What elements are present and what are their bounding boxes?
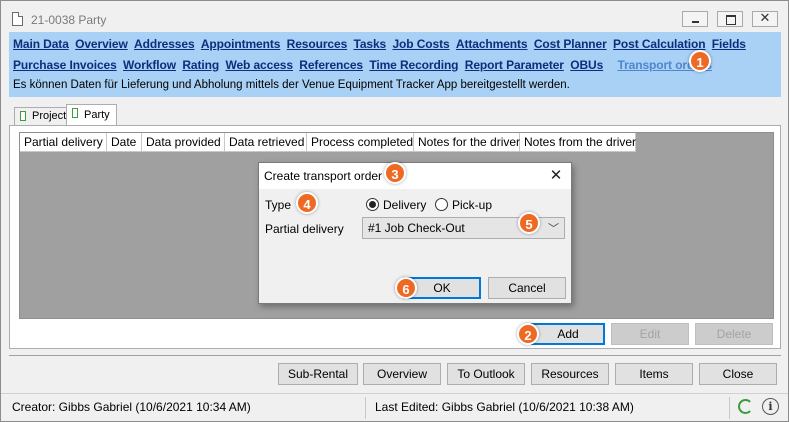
nav-link-post-calculation[interactable]: Post Calculation (613, 37, 706, 51)
column-header-data-provided[interactable]: Data provided (142, 133, 225, 152)
step-marker-5: 5 (518, 212, 540, 234)
maximize-button[interactable] (717, 11, 743, 27)
add-button[interactable]: Add (531, 323, 605, 345)
nav-link-attachments[interactable]: Attachments (456, 37, 528, 51)
refresh-icon[interactable] (738, 399, 753, 414)
partial-delivery-value: #1 Job Check-Out (368, 221, 465, 235)
step-marker-1: 1 (689, 50, 711, 72)
column-header-data-retrieved[interactable]: Data retrieved (225, 133, 307, 152)
project-tab-icon (20, 111, 26, 121)
partial-delivery-label: Partial delivery (265, 222, 344, 236)
delete-button[interactable]: Delete (695, 323, 773, 345)
nav-link-web-access[interactable]: Web access (225, 58, 293, 72)
column-header-partial-delivery[interactable]: Partial delivery (20, 133, 107, 152)
nav-link-obus[interactable]: OBUs (570, 58, 603, 72)
tab-project[interactable]: Project (14, 107, 74, 125)
step-marker-6: 6 (395, 277, 417, 299)
nav-link-rating[interactable]: Rating (182, 58, 219, 72)
nav-link-report-parameter[interactable]: Report Parameter (465, 58, 564, 72)
nav-link-time-recording[interactable]: Time Recording (369, 58, 458, 72)
step-marker-4: 4 (296, 192, 318, 214)
step-marker-3: 3 (384, 162, 406, 184)
minimize-button[interactable] (682, 11, 708, 27)
nav-link-fields[interactable]: Fields (712, 37, 746, 51)
create-transport-order-dialog: Create transport order ✕ Type Delivery P… (258, 162, 572, 304)
to-outlook-button[interactable]: To Outlook (447, 363, 525, 385)
dialog-title-bar: Create transport order ✕ (259, 163, 571, 189)
info-icon[interactable]: i (762, 398, 779, 415)
info-text: Es können Daten für Lieferung und Abholu… (13, 79, 570, 91)
items-button[interactable]: Items (615, 363, 693, 385)
step-marker-2: 2 (517, 323, 539, 345)
nav-row-1: Main Data Overview Addresses Appointment… (13, 37, 749, 51)
edit-button[interactable]: Edit (611, 323, 689, 345)
column-header-notes-from-driver[interactable]: Notes from the driver (520, 133, 636, 152)
close-window-button[interactable]: ✕ (752, 10, 778, 27)
nav-link-job-costs[interactable]: Job Costs (392, 37, 449, 51)
nav-link-tasks[interactable]: Tasks (353, 37, 386, 51)
last-edited-status: Last Edited: Gibbs Gabriel (10/6/2021 10… (375, 400, 634, 414)
tab-party[interactable]: Party (66, 104, 117, 126)
status-divider-2 (729, 397, 730, 419)
type-label: Type (265, 198, 292, 212)
status-divider (365, 397, 366, 419)
party-tab-icon (72, 108, 78, 118)
column-header-process-completed[interactable]: Process completed (307, 133, 414, 152)
nav-link-addresses[interactable]: Addresses (134, 37, 195, 51)
grid-header: Partial delivery Date Data provided Data… (20, 133, 636, 152)
title-bar: 21-0038 Party ✕ (1, 1, 788, 32)
delivery-radio-label[interactable]: Delivery (383, 198, 426, 212)
cancel-button[interactable]: Cancel (488, 277, 566, 299)
nav-link-overview[interactable]: Overview (75, 37, 128, 51)
column-header-notes-for-driver[interactable]: Notes for the driver (414, 133, 520, 152)
status-bar: Creator: Gibbs Gabriel (10/6/2021 10:34 … (1, 393, 788, 421)
delivery-radio[interactable] (366, 198, 379, 211)
document-icon (12, 12, 23, 26)
party-window: 21-0038 Party ✕ Main Data Overview Addre… (0, 0, 789, 422)
navigation-link-panel: Main Data Overview Addresses Appointment… (9, 32, 781, 97)
resources-button[interactable]: Resources (531, 363, 609, 385)
close-button[interactable]: Close (699, 363, 777, 385)
nav-link-appointments[interactable]: Appointments (201, 37, 281, 51)
sub-rental-button[interactable]: Sub-Rental (278, 363, 358, 385)
nav-link-references[interactable]: References (299, 58, 363, 72)
nav-link-purchase-invoices[interactable]: Purchase Invoices (13, 58, 117, 72)
tab-party-label: Party (84, 109, 110, 121)
pickup-radio[interactable] (435, 198, 448, 211)
nav-link-cost-planner[interactable]: Cost Planner (534, 37, 607, 51)
window-title: 21-0038 Party (31, 13, 107, 27)
close-icon: ✕ (759, 10, 771, 25)
nav-link-main-data[interactable]: Main Data (13, 37, 69, 51)
creator-status: Creator: Gibbs Gabriel (10/6/2021 10:34 … (12, 400, 251, 414)
dialog-title: Create transport order (264, 169, 383, 183)
nav-row-2: Purchase Invoices Workflow Rating Web ac… (13, 58, 715, 72)
dialog-close-icon[interactable]: ✕ (547, 166, 565, 184)
chevron-down-icon: ﹀ (548, 223, 559, 235)
overview-button[interactable]: Overview (363, 363, 441, 385)
tab-project-label: Project (32, 110, 67, 122)
nav-link-workflow[interactable]: Workflow (123, 58, 176, 72)
column-header-date[interactable]: Date (107, 133, 142, 152)
separator (9, 355, 781, 356)
pickup-radio-label[interactable]: Pick-up (452, 198, 492, 212)
nav-link-resources[interactable]: Resources (287, 37, 348, 51)
